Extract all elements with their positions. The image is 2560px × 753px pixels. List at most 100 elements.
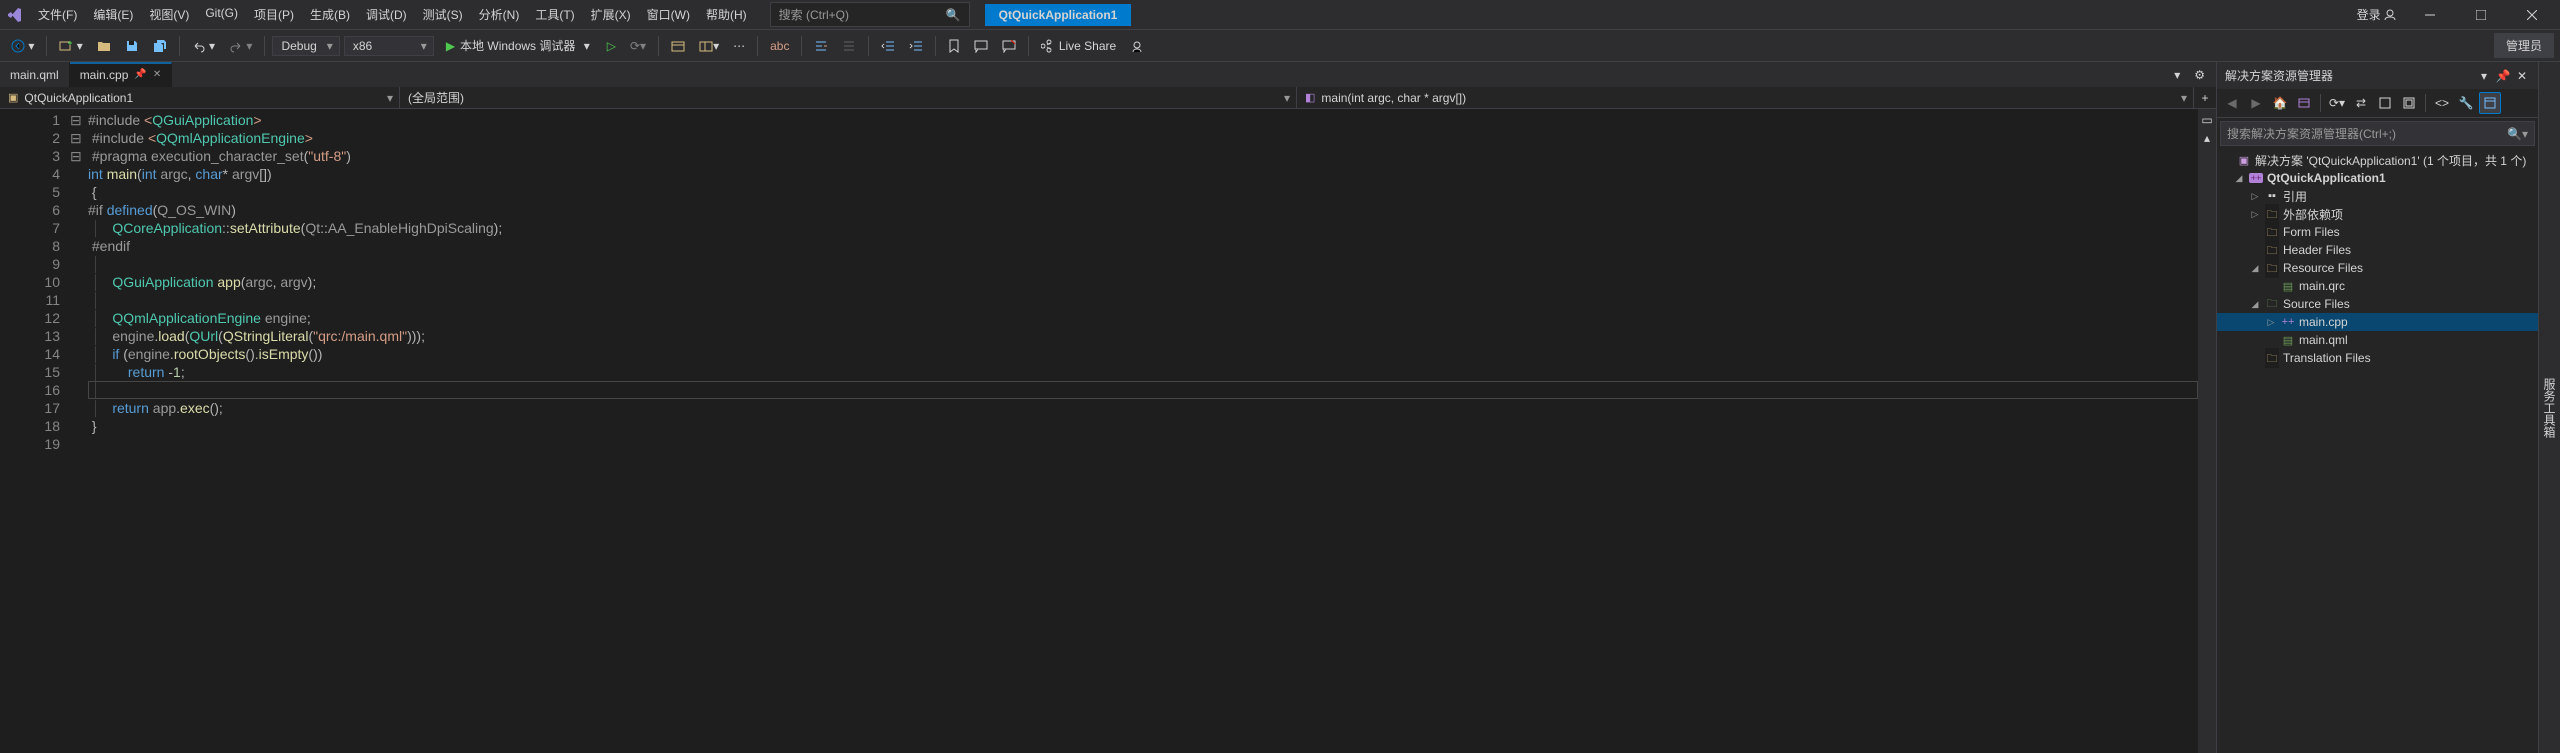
nav-function-dropdown[interactable]: ◧ main(int argc, char * argv[]) <box>1297 87 2194 108</box>
solution-panel-title: 解决方案资源管理器 <box>2225 67 2473 84</box>
pin-icon[interactable]: 📌 <box>134 69 146 80</box>
save-all-button[interactable] <box>148 36 172 56</box>
spell-check-button[interactable]: abc <box>765 36 794 56</box>
minimize-button[interactable] <box>2407 0 2452 30</box>
editor-tab[interactable]: main.cpp📌✕ <box>70 62 173 87</box>
panel-close-button[interactable]: ✕ <box>2514 68 2530 84</box>
toolbox-1-button[interactable] <box>666 36 690 56</box>
source-files-node[interactable]: ◢🗀Source Files <box>2217 295 2538 313</box>
panel-pin-button[interactable]: 📌 <box>2495 68 2511 84</box>
qrc-file-node[interactable]: ▤main.qrc <box>2217 277 2538 295</box>
folder-icon: 🗀 <box>2265 295 2279 314</box>
filter-button[interactable]: ⟳▾ <box>2326 92 2348 114</box>
menu-item[interactable]: 测试(S) <box>415 0 471 29</box>
code-button[interactable]: <> <box>2431 92 2453 114</box>
show-all-button[interactable] <box>2374 92 2396 114</box>
menu-item[interactable]: 文件(F) <box>30 0 85 29</box>
save-button[interactable] <box>120 36 144 56</box>
home-button[interactable]: 🏠 <box>2269 92 2291 114</box>
vs-logo-icon <box>0 7 30 23</box>
admin-badge: 管理员 <box>2494 33 2554 58</box>
external-deps-node[interactable]: ▷🗀外部依赖项 <box>2217 205 2538 223</box>
menu-item[interactable]: 窗口(W) <box>639 0 698 29</box>
switch-view-button[interactable] <box>2293 92 2315 114</box>
step-button[interactable]: ⟳▾ <box>625 36 651 56</box>
solution-node[interactable]: ▣解决方案 'QtQuickApplication1' (1 个项目，共 1 个… <box>2217 151 2538 169</box>
nav-back-button[interactable]: ▾ <box>6 36 39 56</box>
undo-button[interactable]: ▾ <box>187 36 220 56</box>
menu-item[interactable]: 工具(T) <box>527 0 582 29</box>
config-dropdown[interactable]: Debug <box>272 36 339 56</box>
platform-dropdown[interactable]: x86 <box>344 36 434 56</box>
menu-item[interactable]: 生成(B) <box>302 0 358 29</box>
references-node[interactable]: ▷▪▪引用 <box>2217 187 2538 205</box>
open-file-button[interactable] <box>92 36 116 56</box>
solution-icon: ▣ <box>2237 154 2251 167</box>
code-editor[interactable]: #include <QGuiApplication> #include <QQm… <box>88 109 2198 753</box>
cpp-icon: ++ <box>2281 316 2295 328</box>
folder-icon: 🗀 <box>2265 258 2279 278</box>
refs-icon: ▪▪ <box>2265 190 2279 202</box>
main-cpp-node[interactable]: ▷++main.cpp <box>2217 313 2538 331</box>
project-icon: ++ <box>2249 173 2263 183</box>
folder-icon: 🗀 <box>2265 222 2279 242</box>
maximize-button[interactable] <box>2458 0 2503 30</box>
fwd-nav-button[interactable]: ▶ <box>2245 92 2267 114</box>
indent-button[interactable] <box>904 36 928 56</box>
redo-button[interactable]: ▾ <box>224 36 257 56</box>
editor-tab[interactable]: main.qml <box>0 62 70 87</box>
comment-button[interactable] <box>969 36 993 56</box>
menu-item[interactable]: 帮助(H) <box>698 0 755 29</box>
menu-item[interactable]: 分析(N) <box>471 0 528 29</box>
search-icon: 🔍 <box>946 8 961 22</box>
collapse-button[interactable] <box>2398 92 2420 114</box>
right-tool-strip[interactable]: 服务工具箱 <box>2538 62 2560 753</box>
outdent-button[interactable] <box>876 36 900 56</box>
new-item-button[interactable]: ▾ <box>54 36 87 56</box>
close-button[interactable] <box>2509 0 2554 30</box>
menu-item[interactable]: 扩展(X) <box>583 0 639 29</box>
split-button[interactable]: ▭ <box>2201 113 2212 127</box>
tab-settings-button[interactable]: ⚙ <box>2189 65 2210 85</box>
resource-files-node[interactable]: ◢🗀Resource Files <box>2217 259 2538 277</box>
login-button[interactable]: 登录 <box>2352 3 2401 26</box>
main-qml-node[interactable]: ▤main.qml <box>2217 331 2538 349</box>
uncomment-button[interactable] <box>997 36 1021 56</box>
preview-button[interactable] <box>2479 92 2501 114</box>
qrc-icon: ▤ <box>2281 280 2295 293</box>
panel-dropdown-button[interactable]: ▾ <box>2476 68 2492 84</box>
feedback-button[interactable] <box>1125 36 1149 56</box>
menu-item[interactable]: 调试(D) <box>358 0 415 29</box>
solution-search-input[interactable]: 搜索解决方案资源管理器(Ctrl+;) 🔍▾ <box>2220 121 2535 146</box>
bookmark-button[interactable] <box>943 36 965 56</box>
start-debug-button[interactable]: ▶本地 Windows 调试器 ▾ <box>438 35 598 56</box>
menu-item[interactable]: 编辑(E) <box>85 0 141 29</box>
start-no-debug-button[interactable]: ▷ <box>602 36 621 56</box>
form-files-node[interactable]: 🗀Form Files <box>2217 223 2538 241</box>
folder-icon: 🗀 <box>2265 240 2279 260</box>
indent-icon[interactable] <box>809 36 833 56</box>
toolbox-2-button[interactable]: ▾ <box>694 36 724 56</box>
live-share-button[interactable]: Live Share <box>1036 36 1121 56</box>
tab-dropdown-button[interactable]: ▾ <box>2169 65 2185 85</box>
translation-files-node[interactable]: 🗀Translation Files <box>2217 349 2538 367</box>
menu-item[interactable]: 项目(P) <box>246 0 302 29</box>
header-files-node[interactable]: 🗀Header Files <box>2217 241 2538 259</box>
menu-item[interactable]: Git(G) <box>197 0 246 29</box>
nav-add-button[interactable]: + <box>2194 87 2216 108</box>
sync-button[interactable]: ⇄ <box>2350 92 2372 114</box>
close-tab-icon[interactable]: ✕ <box>153 69 161 80</box>
back-nav-button[interactable]: ◀ <box>2221 92 2243 114</box>
nav-scope-dropdown[interactable]: (全局范围) <box>400 87 1297 108</box>
project-node[interactable]: ◢++QtQuickApplication1 <box>2217 169 2538 187</box>
menu-item[interactable]: 视图(V) <box>141 0 197 29</box>
global-search-input[interactable]: 搜索 (Ctrl+Q) 🔍 <box>770 2 970 27</box>
folder-icon: 🗀 <box>2265 204 2279 224</box>
toolbox-3-button[interactable]: ⋯ <box>728 36 750 56</box>
qml-icon: ▤ <box>2281 334 2295 347</box>
format-button[interactable] <box>837 36 861 56</box>
properties-button[interactable]: 🔧 <box>2455 92 2477 114</box>
project-icon: ▣ <box>8 91 18 104</box>
scroll-up-button[interactable]: ▴ <box>2204 131 2210 145</box>
nav-project-dropdown[interactable]: ▣ QtQuickApplication1 <box>0 87 400 108</box>
